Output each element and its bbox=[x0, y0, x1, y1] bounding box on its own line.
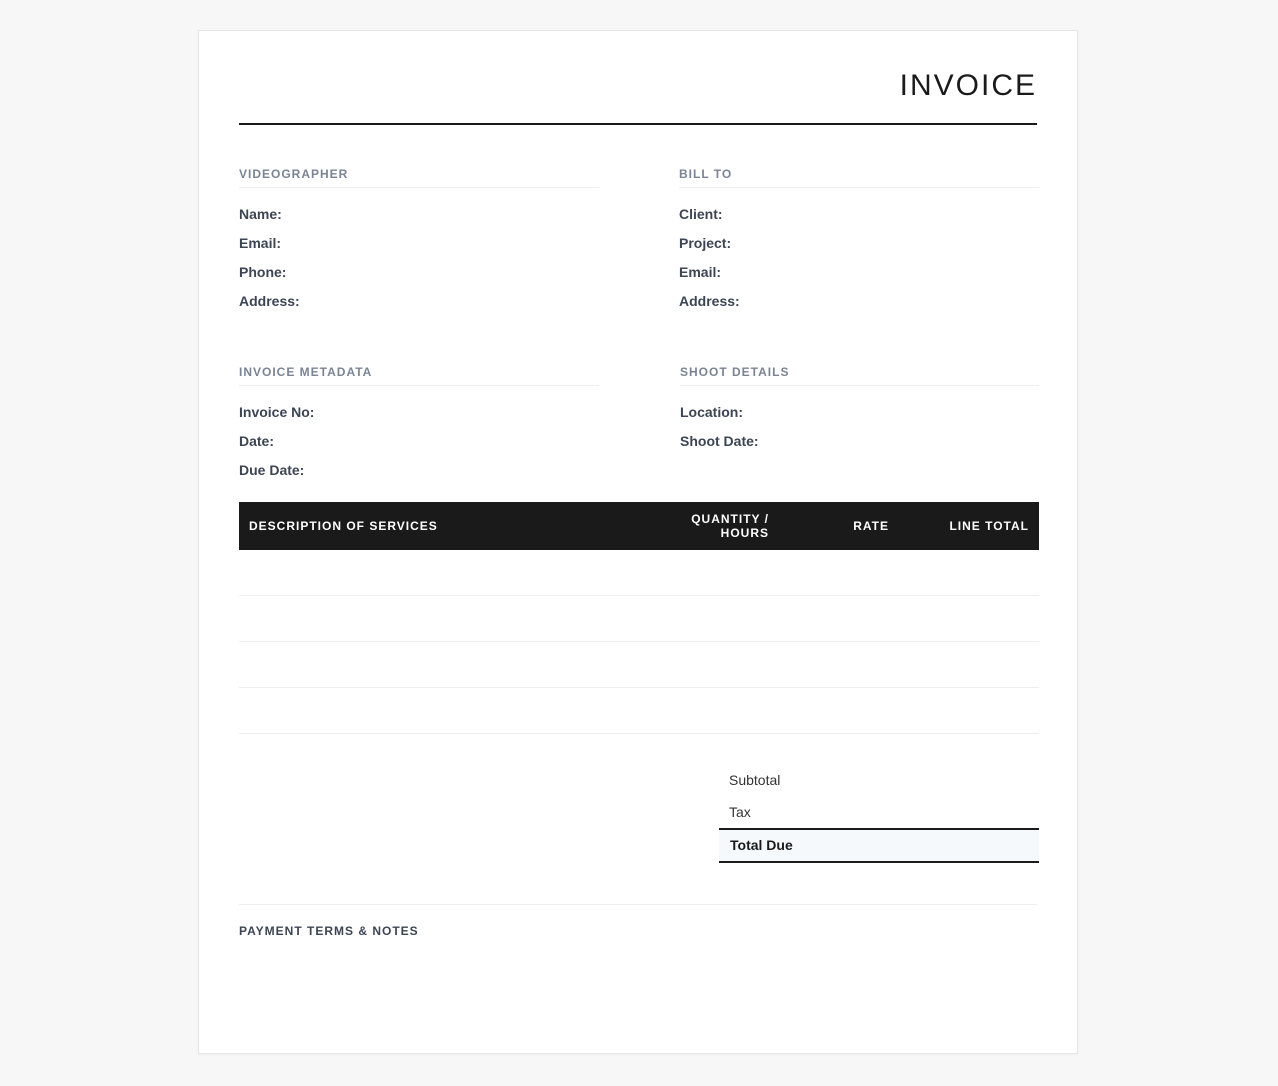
totals-block: Subtotal Tax Total Due bbox=[719, 764, 1039, 863]
table-cell bbox=[619, 641, 779, 688]
shoot-details-section: SHOOT DETAILS Location: Shoot Date: bbox=[680, 365, 1039, 456]
table-cell bbox=[779, 595, 899, 642]
videographer-fields: Name: Email: Phone: Address: bbox=[239, 188, 599, 316]
table-cell bbox=[239, 641, 619, 688]
due-date-label: Due Date: bbox=[239, 462, 305, 478]
table-cell bbox=[619, 550, 779, 596]
invoice-metadata-heading: INVOICE METADATA bbox=[239, 365, 599, 386]
bill-to-fields: Client: Project: Email: Address: bbox=[679, 188, 1039, 316]
videographer-name-label: Name: bbox=[239, 206, 282, 222]
videographer-heading: VIDEOGRAPHER bbox=[239, 167, 599, 188]
table-cell bbox=[779, 641, 899, 688]
table-row bbox=[239, 550, 1039, 596]
table-cell bbox=[239, 550, 619, 596]
line-total-column-header: LINE TOTAL bbox=[899, 502, 1039, 550]
bill-to-section: BILL TO Client: Project: Email: Address: bbox=[679, 167, 1039, 316]
table-cell bbox=[619, 595, 779, 642]
table-row bbox=[239, 595, 1039, 642]
quantity-column-header: QUANTITY / HOURS bbox=[619, 502, 779, 550]
table-cell bbox=[779, 550, 899, 596]
table-cell bbox=[899, 641, 1039, 688]
table-cell bbox=[899, 595, 1039, 642]
table-cell bbox=[779, 687, 899, 734]
tax-label: Tax bbox=[729, 804, 751, 820]
description-column-header: DESCRIPTION OF SERVICES bbox=[239, 502, 619, 550]
payment-terms-heading: PAYMENT TERMS & NOTES bbox=[239, 924, 419, 938]
table-row bbox=[239, 687, 1039, 734]
table-cell bbox=[239, 595, 619, 642]
videographer-address-label: Address: bbox=[239, 293, 300, 309]
table-cell bbox=[899, 550, 1039, 596]
shoot-details-fields: Location: Shoot Date: bbox=[680, 386, 1039, 456]
table-row bbox=[239, 641, 1039, 688]
table-cell bbox=[619, 687, 779, 734]
title-divider bbox=[239, 123, 1037, 125]
table-cell bbox=[239, 687, 619, 734]
invoice-metadata-section: INVOICE METADATA Invoice No: Date: Due D… bbox=[239, 365, 599, 485]
bill-to-heading: BILL TO bbox=[679, 167, 1039, 188]
invoice-metadata-fields: Invoice No: Date: Due Date: bbox=[239, 386, 599, 485]
services-table-header: DESCRIPTION OF SERVICES QUANTITY / HOURS… bbox=[239, 502, 1039, 550]
invoice-number-label: Invoice No: bbox=[239, 404, 315, 420]
client-label: Client: bbox=[679, 206, 723, 222]
table-cell bbox=[899, 687, 1039, 734]
total-due-label: Total Due bbox=[719, 828, 1039, 863]
location-label: Location: bbox=[680, 404, 743, 420]
rate-column-header: RATE bbox=[779, 502, 899, 550]
notes-divider bbox=[239, 904, 1037, 905]
quantity-header-line2: HOURS bbox=[720, 526, 769, 540]
services-table: DESCRIPTION OF SERVICES QUANTITY / HOURS… bbox=[239, 502, 1039, 734]
client-address-label: Address: bbox=[679, 293, 740, 309]
quantity-header-line1: QUANTITY / bbox=[691, 512, 769, 526]
invoice-content: INVOICE VIDEOGRAPHER Name: Email: Phone:… bbox=[239, 31, 1039, 1053]
invoice-date-label: Date: bbox=[239, 433, 275, 449]
project-label: Project: bbox=[679, 235, 732, 251]
shoot-details-heading: SHOOT DETAILS bbox=[680, 365, 1039, 386]
shoot-date-label: Shoot Date: bbox=[680, 433, 759, 449]
client-email-label: Email: bbox=[679, 264, 722, 280]
videographer-section: VIDEOGRAPHER Name: Email: Phone: Address… bbox=[239, 167, 599, 316]
invoice-sheet: INVOICE VIDEOGRAPHER Name: Email: Phone:… bbox=[198, 30, 1078, 1054]
subtotal-label: Subtotal bbox=[729, 772, 781, 788]
videographer-phone-label: Phone: bbox=[239, 264, 287, 280]
invoice-title: INVOICE bbox=[899, 69, 1037, 102]
videographer-email-label: Email: bbox=[239, 235, 282, 251]
